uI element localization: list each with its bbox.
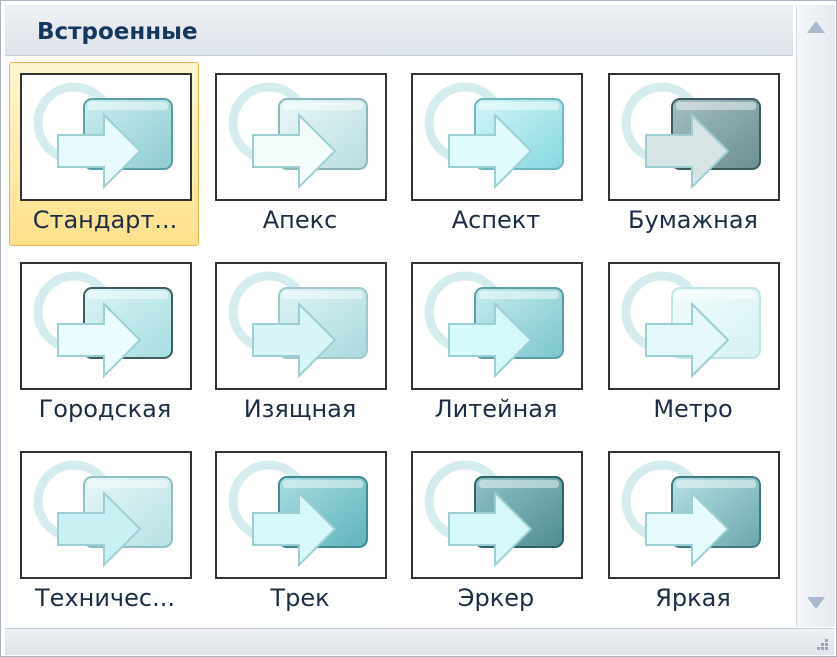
theme-item-elegant[interactable]: Изящная — [204, 251, 394, 435]
theme-preview-graphic — [33, 460, 173, 568]
theme-item-technic[interactable]: Техничес... — [9, 440, 199, 624]
theme-item-paper[interactable]: Бумажная — [597, 62, 787, 246]
theme-item-label: Техничес... — [35, 584, 175, 612]
theme-preview-graphic — [621, 460, 761, 568]
theme-item-vivid[interactable]: Яркая — [597, 440, 787, 624]
theme-foundry-icon — [411, 262, 583, 390]
theme-item-label: Яркая — [655, 584, 731, 612]
theme-preview-graphic — [424, 82, 564, 190]
theme-preview-graphic — [621, 271, 761, 379]
theme-item-urban[interactable]: Городская — [9, 251, 199, 435]
scroll-down-arrow-icon[interactable] — [805, 595, 827, 611]
theme-item-aspect[interactable]: Аспект — [400, 62, 590, 246]
theme-paper-icon — [608, 73, 780, 201]
gallery-footer — [5, 628, 834, 655]
theme-urban-icon — [20, 262, 192, 390]
theme-item-label: Городская — [38, 395, 172, 423]
scroll-up-arrow-icon[interactable] — [805, 19, 827, 35]
theme-grid: Стандарт... Апекс Аспект Бумажная Городс… — [1, 1, 796, 631]
theme-oriel-icon — [411, 451, 583, 579]
theme-preview-graphic — [228, 460, 368, 568]
theme-item-label: Стандарт... — [32, 206, 178, 234]
theme-item-trek[interactable]: Трек — [204, 440, 394, 624]
theme-standard-icon — [20, 73, 192, 201]
theme-vivid-icon — [608, 451, 780, 579]
theme-item-label: Аспект — [451, 206, 541, 234]
theme-preview-graphic — [424, 460, 564, 568]
theme-metro-icon — [608, 262, 780, 390]
theme-item-label: Эркер — [457, 584, 535, 612]
theme-apex-icon — [215, 73, 387, 201]
theme-item-standard[interactable]: Стандарт... — [9, 62, 199, 246]
theme-preview-graphic — [424, 271, 564, 379]
theme-preview-graphic — [33, 271, 173, 379]
theme-item-foundry[interactable]: Литейная — [400, 251, 590, 435]
theme-trek-icon — [215, 451, 387, 579]
theme-item-label: Апекс — [262, 206, 338, 234]
vertical-scrollbar[interactable] — [796, 5, 835, 627]
theme-item-label: Трек — [270, 584, 330, 612]
theme-item-label: Метро — [653, 395, 733, 423]
theme-item-label: Литейная — [434, 395, 558, 423]
theme-elegant-icon — [215, 262, 387, 390]
theme-item-apex[interactable]: Апекс — [204, 62, 394, 246]
theme-technic-icon — [20, 451, 192, 579]
theme-item-metro[interactable]: Метро — [597, 251, 787, 435]
theme-gallery-panel: Встроенные Стандарт... Апекс Аспект Бума… — [0, 0, 837, 657]
theme-preview-graphic — [621, 82, 761, 190]
theme-aspect-icon — [411, 73, 583, 201]
theme-preview-graphic — [228, 82, 368, 190]
resize-grip-icon[interactable] — [814, 636, 830, 652]
theme-preview-graphic — [228, 271, 368, 379]
theme-item-label: Изящная — [243, 395, 357, 423]
theme-item-oriel[interactable]: Эркер — [400, 440, 590, 624]
theme-preview-graphic — [33, 82, 173, 190]
theme-item-label: Бумажная — [628, 206, 758, 234]
